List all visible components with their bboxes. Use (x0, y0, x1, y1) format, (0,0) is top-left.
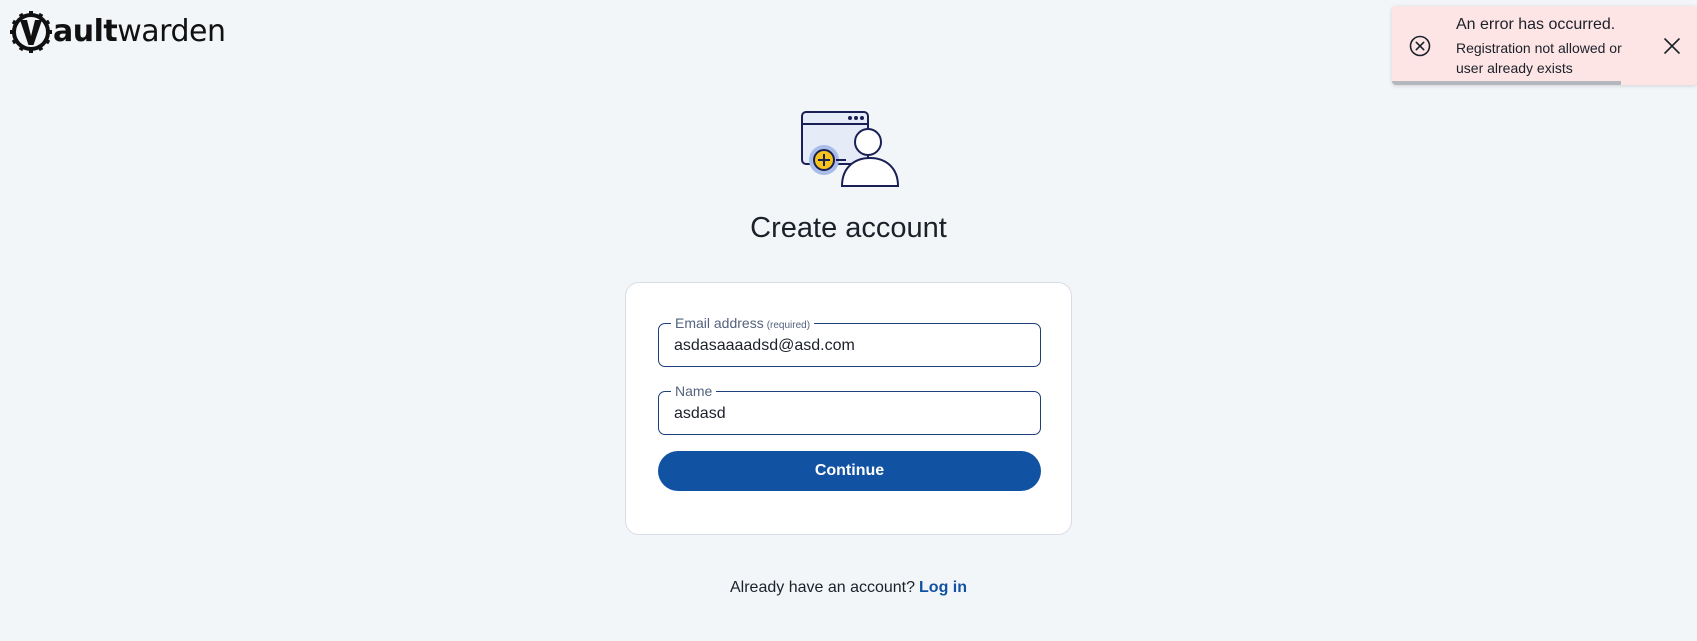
login-link[interactable]: Log in (919, 579, 967, 596)
email-input[interactable] (674, 336, 1024, 356)
toast-message: Registration not allowed or user already… (1456, 40, 1622, 76)
create-account-form: Email address(required) Name Continue (625, 282, 1072, 535)
login-prompt: Already have an account? Log in (0, 578, 1697, 598)
toast-progress-bar (1392, 81, 1621, 85)
name-field-label: Name (671, 383, 717, 399)
email-field-label: Email address (required) (671, 315, 815, 334)
vaultwarden-logo[interactable]: aultwarden (10, 10, 226, 54)
email-field[interactable]: Email address (required) (658, 315, 1041, 367)
toast-title: An error has occurred. (1456, 16, 1616, 33)
email-label-text: Email address (675, 315, 764, 331)
name-input[interactable] (674, 404, 1024, 424)
logo-wordmark-bold: ault (53, 14, 118, 49)
continue-button[interactable]: Continue (658, 451, 1041, 491)
required-label: (required) (766, 320, 811, 331)
logo-wordmark-light: warden (117, 14, 226, 49)
error-circle-x-icon (1408, 34, 1432, 58)
error-toast[interactable]: An error has occurred. Registration not … (1392, 6, 1697, 85)
vaultwarden-gear-icon (10, 11, 52, 53)
add-user-illustration-icon (800, 110, 900, 188)
name-field[interactable]: Name (658, 383, 1041, 435)
close-icon[interactable] (1662, 36, 1682, 56)
page-title: Create account (750, 212, 947, 244)
create-account-page: aultwarden Create account Email address(… (0, 0, 1697, 641)
logo-wordmark: aultwarden (53, 14, 226, 49)
login-prompt-text: Already have an account? (730, 579, 916, 596)
